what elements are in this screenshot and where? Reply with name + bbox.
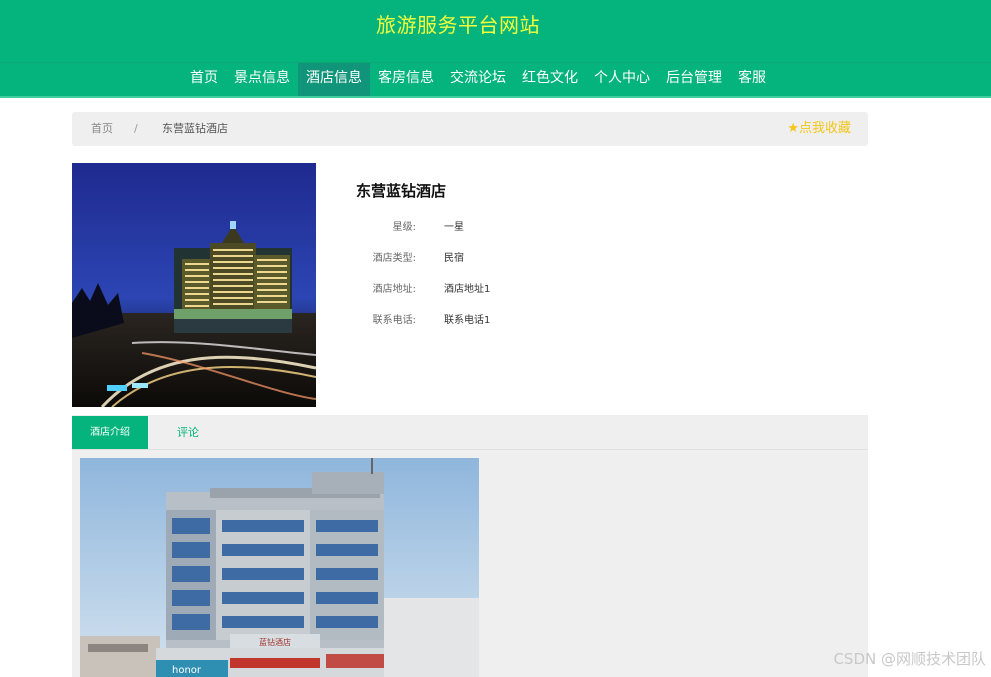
nav-item-red-culture[interactable]: 红色文化 [514,63,586,96]
breadcrumb-home-link[interactable]: 首页 [91,112,113,146]
star-icon: ★ [787,121,799,136]
nav-item-customer-service[interactable]: 客服 [730,63,774,96]
info-label: 星级: [392,222,416,233]
favorite-button[interactable]: ★点我收藏 [787,112,851,146]
nav-item-hotels[interactable]: 酒店信息 [298,63,370,96]
shop-sign-text: honor [172,665,202,676]
info-label: 酒店地址: [372,284,416,295]
favorite-label: 点我收藏 [798,121,851,136]
nav-item-forum[interactable]: 交流论坛 [442,63,514,96]
intro-photo: 蓝钻酒店 honor [80,458,479,677]
breadcrumb: 首页 / 东营蓝钻酒店 ★点我收藏 [72,112,868,146]
site-header: 旅游服务平台网站 [0,0,991,62]
info-value: 一星 [444,222,464,233]
info-label: 酒店类型: [372,253,416,264]
hotel-sign-text: 蓝钻酒店 [259,637,291,647]
info-label: 联系电话: [372,315,416,326]
detail-tab-panel: 酒店介绍 评论 蓝钻酒店 honor [72,415,868,677]
watermark: CSDN @网顺技术团队 [833,650,986,668]
info-value: 民宿 [444,253,464,264]
info-value: 联系电话1 [444,315,491,326]
hotel-photo [72,163,316,407]
nav-item-admin[interactable]: 后台管理 [658,63,730,96]
breadcrumb-separator: / [134,122,138,135]
nav-item-attractions[interactable]: 景点信息 [226,63,298,96]
tab-bar: 酒店介绍 评论 [72,415,868,450]
tab-comments[interactable]: 评论 [164,416,212,449]
breadcrumb-current: 东营蓝钻酒店 [162,122,228,135]
hotel-name: 东营蓝钻酒店 [356,182,447,200]
nav-items: 首页 景点信息 酒店信息 客房信息 交流论坛 红色文化 个人中心 后台管理 客服 [182,63,774,96]
tab-hotel-intro[interactable]: 酒店介绍 [72,416,148,449]
site-title: 旅游服务平台网站 [376,13,540,37]
nav-item-home[interactable]: 首页 [182,63,226,96]
nav-item-rooms[interactable]: 客房信息 [370,63,442,96]
nav-item-user-center[interactable]: 个人中心 [586,63,658,96]
info-value: 酒店地址1 [444,284,491,295]
main-nav: 首页 景点信息 酒店信息 客房信息 交流论坛 红色文化 个人中心 后台管理 客服 [0,62,991,98]
